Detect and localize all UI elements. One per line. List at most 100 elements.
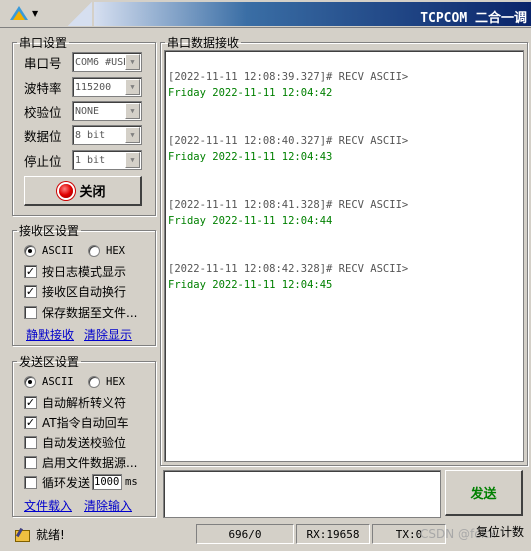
parity-value: NONE bbox=[75, 105, 100, 117]
log-mode-label: 按日志模式显示 bbox=[42, 264, 127, 279]
checkbox-empty-icon[interactable] bbox=[24, 305, 37, 319]
save-file-checkbox[interactable]: 保存数据至文件... bbox=[24, 303, 137, 321]
serial-settings-label: 串口设置 bbox=[19, 36, 68, 50]
baud-value: 115200 bbox=[75, 81, 112, 93]
chevron-down-icon[interactable]: ▼ bbox=[125, 103, 140, 119]
app-menu-button[interactable]: ▼ bbox=[4, 3, 58, 23]
recv-ascii-radio[interactable]: ASCII bbox=[24, 242, 74, 260]
receive-panel-label: 串口数据接收 bbox=[167, 36, 240, 50]
app-logo-icon bbox=[10, 5, 28, 21]
loop-send-label: 循环发送 bbox=[42, 475, 91, 490]
log-entry: [2022-11-11 12:08:39.327]# RECV ASCII> F… bbox=[168, 71, 523, 135]
baud-row: 波特率 115200 ▼ bbox=[24, 77, 142, 97]
chevron-down-icon[interactable]: ▼ bbox=[125, 152, 140, 168]
auto-escape-checkbox[interactable]: ✓ 自动解析转义符 bbox=[24, 393, 126, 411]
auto-wrap-label: 接收区自动换行 bbox=[42, 284, 127, 299]
log-entry: [2022-11-11 12:08:41.328]# RECV ASCII> F… bbox=[168, 199, 523, 263]
close-port-button[interactable]: 关闭 bbox=[24, 176, 142, 206]
rx-cell: RX:19658 bbox=[296, 524, 370, 544]
title-gradient: TCPCOM 二合一调 bbox=[94, 2, 531, 26]
send-hex-label: HEX bbox=[106, 376, 125, 388]
port-label: 串口号 bbox=[24, 55, 62, 71]
loop-unit-label: ms bbox=[125, 476, 138, 488]
send-input[interactable] bbox=[163, 470, 441, 518]
close-port-label: 关闭 bbox=[79, 185, 106, 200]
tx-value: TX:0 bbox=[395, 527, 423, 541]
databits-value: 8 bit bbox=[75, 129, 106, 141]
status-led-icon bbox=[59, 183, 74, 198]
port-value: COM6 #USB bbox=[75, 56, 127, 68]
at-newline-checkbox[interactable]: ✓ AT指令自动回车 bbox=[24, 413, 129, 431]
checkmark-icon[interactable]: ✓ bbox=[24, 284, 37, 298]
log-header: [2022-11-11 12:08:42.328]# RECV ASCII> bbox=[168, 263, 409, 275]
clear-input-link[interactable]: 清除输入 bbox=[84, 497, 132, 514]
parity-select[interactable]: NONE ▼ bbox=[72, 101, 142, 121]
checkmark-icon[interactable]: ✓ bbox=[24, 415, 37, 429]
chevron-down-icon[interactable]: ▼ bbox=[125, 54, 140, 70]
title-bar: ▼ TCPCOM 二合一调 bbox=[0, 0, 531, 28]
file-source-checkbox[interactable]: 启用文件数据源... bbox=[24, 453, 137, 471]
checkmark-icon[interactable]: ✓ bbox=[24, 395, 37, 409]
auto-checksum-checkbox[interactable]: 自动发送校验位 bbox=[24, 433, 126, 451]
ready-text: 就绪! bbox=[36, 528, 65, 542]
stopbits-select[interactable]: 1 bit ▼ bbox=[72, 150, 142, 170]
send-settings-label: 发送区设置 bbox=[19, 355, 80, 369]
log-entry: [2022-11-11 12:08:42.328]# RECV ASCII> F… bbox=[168, 263, 523, 327]
loop-interval-input[interactable]: 1000 bbox=[92, 474, 123, 490]
send-button[interactable]: 发送 bbox=[445, 470, 523, 516]
parity-row: 校验位 NONE ▼ bbox=[24, 101, 142, 121]
file-source-label: 启用文件数据源... bbox=[42, 455, 138, 470]
chevron-down-icon[interactable]: ▼ bbox=[125, 79, 140, 95]
radio-unchecked-icon[interactable] bbox=[88, 376, 100, 388]
checkbox-empty-icon[interactable] bbox=[24, 435, 37, 449]
databits-row: 数据位 8 bit ▼ bbox=[24, 125, 142, 145]
checkbox-empty-icon[interactable] bbox=[24, 475, 37, 489]
recv-hex-label: HEX bbox=[106, 245, 125, 257]
log-header: [2022-11-11 12:08:41.328]# RECV ASCII> bbox=[168, 199, 409, 211]
port-select[interactable]: COM6 #USB ▼ bbox=[72, 52, 142, 72]
caret-down-icon: ▼ bbox=[32, 8, 39, 18]
stopbits-value: 1 bit bbox=[75, 154, 106, 166]
log-header: [2022-11-11 12:08:39.327]# RECV ASCII> bbox=[168, 71, 409, 83]
counter-value: 696/0 bbox=[228, 527, 262, 541]
rx-value: RX:19658 bbox=[306, 527, 360, 541]
auto-escape-label: 自动解析转义符 bbox=[42, 395, 127, 410]
port-row: 串口号 COM6 #USB ▼ bbox=[24, 52, 142, 72]
log-header: [2022-11-11 12:08:40.327]# RECV ASCII> bbox=[168, 135, 409, 147]
baud-select[interactable]: 115200 ▼ bbox=[72, 77, 142, 97]
recv-hex-radio[interactable]: HEX bbox=[88, 242, 125, 260]
clear-display-link[interactable]: 清除显示 bbox=[84, 326, 132, 343]
send-hex-radio[interactable]: HEX bbox=[88, 373, 125, 391]
radio-checked-icon[interactable] bbox=[24, 245, 36, 257]
log-mode-checkbox[interactable]: ✓ 按日志模式显示 bbox=[24, 262, 126, 280]
edit-icon bbox=[14, 528, 30, 542]
stopbits-label: 停止位 bbox=[24, 153, 62, 169]
receive-textarea[interactable]: [2022-11-11 12:08:39.327]# RECV ASCII> F… bbox=[164, 50, 524, 462]
receive-settings-label: 接收区设置 bbox=[19, 224, 80, 238]
title-divider bbox=[68, 2, 92, 26]
loop-send-checkbox[interactable]: 循环发送 1000 ms bbox=[24, 473, 138, 491]
baud-label: 波特率 bbox=[24, 80, 62, 96]
log-body: Friday 2022-11-11 12:04:45 bbox=[168, 279, 333, 291]
counter-cell: 696/0 bbox=[196, 524, 294, 544]
save-file-label: 保存数据至文件... bbox=[42, 305, 138, 320]
load-file-link[interactable]: 文件载入 bbox=[24, 497, 72, 514]
send-ascii-label: ASCII bbox=[42, 376, 74, 388]
databits-label: 数据位 bbox=[24, 128, 62, 144]
reset-count-button[interactable]: 复位计数 bbox=[476, 523, 524, 540]
send-button-label: 发送 bbox=[470, 487, 497, 502]
radio-unchecked-icon[interactable] bbox=[88, 245, 100, 257]
send-ascii-radio[interactable]: ASCII bbox=[24, 373, 74, 391]
log-body: Friday 2022-11-11 12:04:43 bbox=[168, 151, 333, 163]
checkbox-empty-icon[interactable] bbox=[24, 455, 37, 469]
log-body: Friday 2022-11-11 12:04:42 bbox=[168, 87, 333, 99]
silent-receive-link[interactable]: 静默接收 bbox=[26, 326, 74, 343]
databits-select[interactable]: 8 bit ▼ bbox=[72, 125, 142, 145]
auto-wrap-checkbox[interactable]: ✓ 接收区自动换行 bbox=[24, 282, 126, 300]
log-body: Friday 2022-11-11 12:04:44 bbox=[168, 215, 333, 227]
checkmark-icon[interactable]: ✓ bbox=[24, 264, 37, 278]
parity-label: 校验位 bbox=[24, 104, 62, 120]
chevron-down-icon[interactable]: ▼ bbox=[125, 127, 140, 143]
window-title: TCPCOM 二合一调 bbox=[420, 11, 527, 26]
radio-checked-icon[interactable] bbox=[24, 376, 36, 388]
